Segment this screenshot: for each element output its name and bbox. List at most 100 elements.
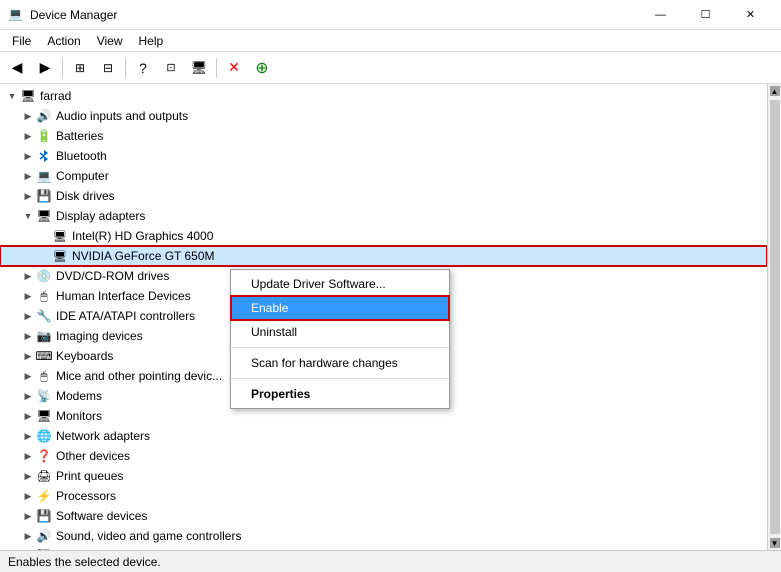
computer-icon: 💻: [36, 168, 52, 184]
storage-label: Storage controllers: [56, 549, 157, 550]
tree-item-network[interactable]: ▶ 🌐 Network adapters: [0, 426, 767, 446]
menu-action[interactable]: Action: [39, 32, 88, 50]
computer-label: Computer: [56, 169, 109, 183]
tree-item-batteries[interactable]: ▶ 🔋 Batteries: [0, 126, 767, 146]
scroll-down[interactable]: ▼: [770, 538, 780, 548]
batteries-icon: 🔋: [36, 128, 52, 144]
status-bar: Enables the selected device.: [0, 550, 781, 572]
monitors-label: Monitors: [56, 409, 102, 423]
computer-arrow: ▶: [20, 168, 36, 184]
toolbar-delete[interactable]: ✕: [221, 55, 247, 81]
tree-item-software[interactable]: ▶ 💾 Software devices: [0, 506, 767, 526]
tree-item-intel[interactable]: ▶ 🖥 Intel(R) HD Graphics 4000: [0, 226, 767, 246]
print-label: Print queues: [56, 469, 123, 483]
mice-label: Mice and other pointing devic...: [56, 369, 222, 383]
nvidia-icon: 🖥: [52, 248, 68, 264]
ctx-properties[interactable]: Properties: [231, 382, 449, 406]
scroll-thumb[interactable]: [770, 100, 780, 534]
intel-label: Intel(R) HD Graphics 4000: [72, 229, 213, 243]
imaging-icon: 📷: [36, 328, 52, 344]
ctx-scan[interactable]: Scan for hardware changes: [231, 351, 449, 375]
toolbar: ◀ ▶ ⊞ ⊟ ? ⊡ 🖥 ✕ ⊕: [0, 52, 781, 84]
network-icon: 🌐: [36, 428, 52, 444]
ctx-uninstall[interactable]: Uninstall: [231, 320, 449, 344]
window-title: Device Manager: [30, 8, 638, 22]
modems-icon: 📡: [36, 388, 52, 404]
toolbar-computer[interactable]: 🖥: [186, 55, 212, 81]
menu-file[interactable]: File: [4, 32, 39, 50]
title-bar-controls: — ☐ ✕: [638, 0, 773, 30]
tree-item-other[interactable]: ▶ ❓ Other devices: [0, 446, 767, 466]
bluetooth-icon: [36, 148, 52, 164]
toolbar-device-manager[interactable]: ⊡: [158, 55, 184, 81]
audio-icon: 🔊: [36, 108, 52, 124]
sound-icon: 🔊: [36, 528, 52, 544]
processors-icon: ⚡: [36, 488, 52, 504]
tree-item-diskdrives[interactable]: ▶ 💾 Disk drives: [0, 186, 767, 206]
keyboards-label: Keyboards: [56, 349, 113, 363]
ctx-update[interactable]: Update Driver Software...: [231, 272, 449, 296]
imaging-label: Imaging devices: [56, 329, 143, 343]
ctx-enable[interactable]: Enable: [231, 296, 449, 320]
root-arrow: ▼: [4, 88, 20, 104]
tree-root[interactable]: ▼ 🖥 farrad: [0, 86, 767, 106]
print-icon: 🖨: [36, 468, 52, 484]
toolbar-collapse[interactable]: ⊟: [95, 55, 121, 81]
print-arrow: ▶: [20, 468, 36, 484]
hid-icon: 🖱: [36, 288, 52, 304]
modems-arrow: ▶: [20, 388, 36, 404]
toolbar-expand[interactable]: ⊞: [67, 55, 93, 81]
maximize-button[interactable]: ☐: [683, 0, 728, 30]
bluetooth-label: Bluetooth: [56, 149, 107, 163]
software-icon: 💾: [36, 508, 52, 524]
audio-arrow: ▶: [20, 108, 36, 124]
tree-item-storage[interactable]: ▶ 💾 Storage controllers: [0, 546, 767, 550]
tree-item-sound[interactable]: ▶ 🔊 Sound, video and game controllers: [0, 526, 767, 546]
other-icon: ❓: [36, 448, 52, 464]
batteries-arrow: ▶: [20, 128, 36, 144]
displayadapters-icon: 🖥: [36, 208, 52, 224]
other-label: Other devices: [56, 449, 130, 463]
toolbar-add[interactable]: ⊕: [249, 55, 275, 81]
tree-item-computer[interactable]: ▶ 💻 Computer: [0, 166, 767, 186]
hid-label: Human Interface Devices: [56, 289, 191, 303]
scrollbar[interactable]: ▲ ▼: [767, 84, 781, 550]
diskdrives-label: Disk drives: [56, 189, 115, 203]
batteries-label: Batteries: [56, 129, 103, 143]
displayadapters-label: Display adapters: [56, 209, 145, 223]
tree-item-audio[interactable]: ▶ 🔊 Audio inputs and outputs: [0, 106, 767, 126]
sound-arrow: ▶: [20, 528, 36, 544]
tree-item-nvidia[interactable]: ▶ 🖥 NVIDIA GeForce GT 650M: [0, 246, 767, 266]
tree-item-bluetooth[interactable]: ▶ Bluetooth: [0, 146, 767, 166]
tree-item-monitors[interactable]: ▶ 🖥 Monitors: [0, 406, 767, 426]
toolbar-help[interactable]: ?: [130, 55, 156, 81]
tree-item-processors[interactable]: ▶ ⚡ Processors: [0, 486, 767, 506]
root-label: farrad: [40, 89, 71, 103]
dvdrom-icon: 💿: [36, 268, 52, 284]
toolbar-back[interactable]: ◀: [4, 55, 30, 81]
menu-bar: File Action View Help: [0, 30, 781, 52]
bluetooth-arrow: ▶: [20, 148, 36, 164]
monitors-arrow: ▶: [20, 408, 36, 424]
scroll-up[interactable]: ▲: [770, 86, 780, 96]
ctx-sep-2: [231, 378, 449, 379]
toolbar-sep-1: [62, 58, 63, 78]
toolbar-sep-3: [216, 58, 217, 78]
software-arrow: ▶: [20, 508, 36, 524]
menu-view[interactable]: View: [89, 32, 131, 50]
toolbar-forward[interactable]: ▶: [32, 55, 58, 81]
audio-label: Audio inputs and outputs: [56, 109, 188, 123]
dvdrom-arrow: ▶: [20, 268, 36, 284]
keyboards-arrow: ▶: [20, 348, 36, 364]
sound-label: Sound, video and game controllers: [56, 529, 241, 543]
menu-help[interactable]: Help: [131, 32, 172, 50]
storage-icon: 💾: [36, 548, 52, 550]
tree-item-print[interactable]: ▶ 🖨 Print queues: [0, 466, 767, 486]
status-text: Enables the selected device.: [8, 555, 161, 569]
minimize-button[interactable]: —: [638, 0, 683, 30]
close-button[interactable]: ✕: [728, 0, 773, 30]
app-icon: 💻: [8, 7, 24, 23]
tree-item-displayadapters[interactable]: ▼ 🖥 Display adapters: [0, 206, 767, 226]
toolbar-sep-2: [125, 58, 126, 78]
device-tree[interactable]: ▼ 🖥 farrad ▶ 🔊 Audio inputs and outputs …: [0, 84, 767, 550]
